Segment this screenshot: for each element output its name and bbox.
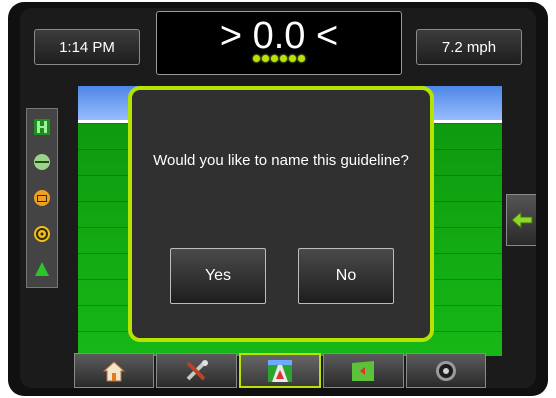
arrow-left-icon <box>511 210 533 230</box>
map-icon <box>352 360 375 381</box>
map-button[interactable] <box>323 353 404 388</box>
line-icon[interactable] <box>33 153 51 171</box>
guidance-view-button[interactable] <box>238 353 322 388</box>
yes-button[interactable]: Yes <box>170 248 266 304</box>
bottom-nav <box>74 353 487 388</box>
expand-panel-button[interactable] <box>506 194 536 246</box>
camera-icon[interactable] <box>33 189 51 207</box>
led-indicator <box>280 55 287 62</box>
speed-display: 7.2 mph <box>416 29 522 65</box>
screen: 1:14 PM > 0.0 < 7.2 mph Would you like t… <box>20 8 536 388</box>
gauge-button[interactable] <box>405 353 487 388</box>
pointer-icon[interactable] <box>33 260 51 278</box>
time-display: 1:14 PM <box>34 29 140 65</box>
time-text: 1:14 PM <box>59 38 115 56</box>
home-icon <box>102 360 126 381</box>
speed-text: 7.2 mph <box>441 38 497 56</box>
crosstrack-display: > 0.0 < <box>156 11 402 75</box>
led-indicator <box>262 55 269 62</box>
guidance-view-icon <box>268 359 293 382</box>
name-guideline-dialog: Would you like to name this guideline? Y… <box>128 86 434 342</box>
guidance-mode-icon[interactable] <box>33 118 51 136</box>
steering-icon[interactable] <box>33 225 51 243</box>
crosstrack-value: > 0.0 < <box>219 15 339 57</box>
led-indicator <box>289 55 296 62</box>
crosstrack-leds <box>253 55 305 62</box>
home-button[interactable] <box>74 353 155 388</box>
gauge-icon <box>435 360 456 381</box>
led-indicator <box>298 55 305 62</box>
led-indicator <box>253 55 260 62</box>
left-toolbar <box>26 108 58 288</box>
tools-icon <box>186 359 208 380</box>
no-button[interactable]: No <box>298 248 394 304</box>
tools-button[interactable] <box>156 353 237 388</box>
led-indicator <box>271 55 278 62</box>
dialog-question: Would you like to name this guideline? <box>153 152 409 169</box>
